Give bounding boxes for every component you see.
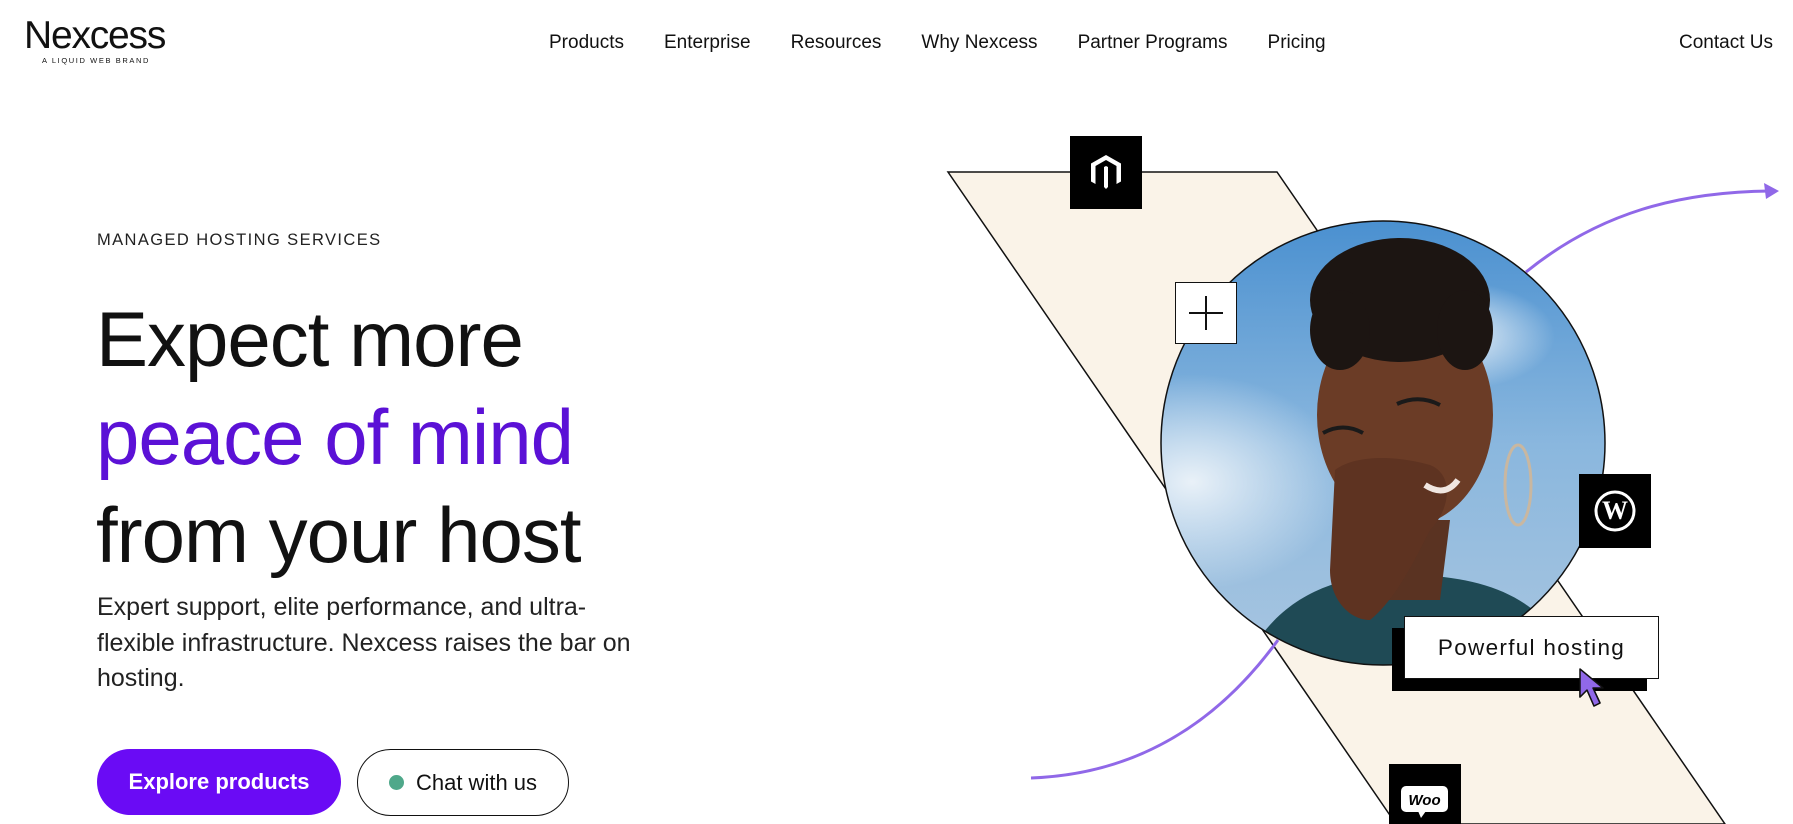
pointer-cursor-icon <box>1579 668 1604 707</box>
cursor-overlay <box>1579 668 1604 707</box>
